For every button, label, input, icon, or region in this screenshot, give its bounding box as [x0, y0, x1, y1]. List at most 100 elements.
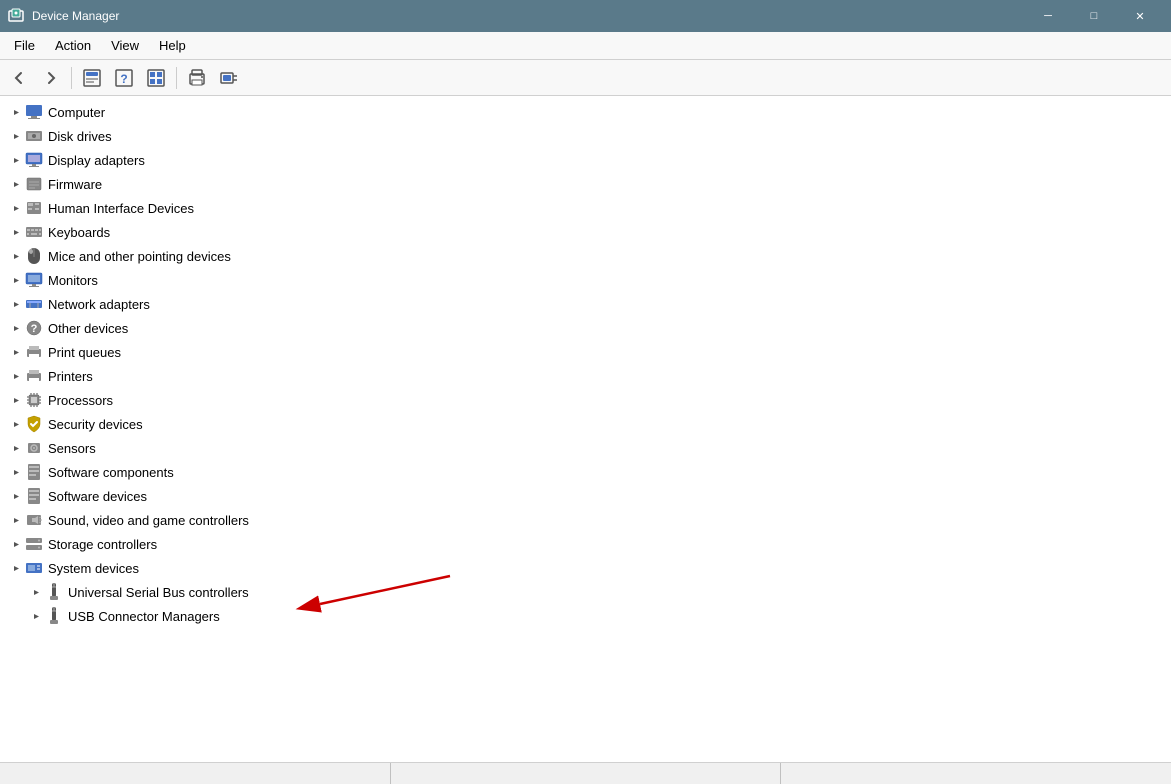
tree-item-label: Human Interface Devices: [48, 201, 194, 216]
tree-item-monitors[interactable]: Monitors: [0, 268, 1171, 292]
menu-file[interactable]: File: [4, 34, 45, 57]
back-button[interactable]: [4, 64, 34, 92]
tree-item-label: Mice and other pointing devices: [48, 249, 231, 264]
chevron-icon: [28, 584, 44, 600]
chevron-icon: [8, 536, 24, 552]
device-icon-computer: [24, 102, 44, 122]
menu-action[interactable]: Action: [45, 34, 101, 57]
device-icon-sensor: [24, 438, 44, 458]
maximize-button[interactable]: □: [1071, 0, 1117, 32]
chevron-icon: [8, 320, 24, 336]
tree-item-label: Security devices: [48, 417, 143, 432]
main-content: Computer Disk drives Display adapters Fi…: [0, 96, 1171, 762]
tree-item-label: Firmware: [48, 177, 102, 192]
menu-bar: File Action View Help: [0, 32, 1171, 60]
chevron-icon: [28, 608, 44, 624]
chevron-icon: [8, 440, 24, 456]
device-icon-disk: [24, 126, 44, 146]
svg-text:?: ?: [120, 72, 127, 86]
tree-item-label: Display adapters: [48, 153, 145, 168]
chevron-icon: [8, 392, 24, 408]
tree-item-software-devices[interactable]: Software devices: [0, 484, 1171, 508]
tree-item-label: Print queues: [48, 345, 121, 360]
device-icon-sysdev: [24, 558, 44, 578]
toolbar: ?: [0, 60, 1171, 96]
device-icon-security: [24, 414, 44, 434]
chevron-icon: [8, 488, 24, 504]
chevron-icon: [8, 368, 24, 384]
tree-item-sound[interactable]: Sound, video and game controllers: [0, 508, 1171, 532]
tree-item-other[interactable]: ? Other devices: [0, 316, 1171, 340]
chevron-icon: [8, 200, 24, 216]
tree-item-software-components[interactable]: Software components: [0, 460, 1171, 484]
device-icon-display: [24, 150, 44, 170]
device-icon-print: [24, 342, 44, 362]
tree-item-storage[interactable]: Storage controllers: [0, 532, 1171, 556]
device-tree[interactable]: Computer Disk drives Display adapters Fi…: [0, 96, 1171, 762]
tree-item-label: Disk drives: [48, 129, 112, 144]
tree-item-label: Monitors: [48, 273, 98, 288]
tree-item-usb-conn[interactable]: USB Connector Managers: [0, 604, 1171, 628]
forward-button[interactable]: [36, 64, 66, 92]
tree-item-label: Software components: [48, 465, 174, 480]
tree-item-system[interactable]: System devices: [0, 556, 1171, 580]
tree-item-label: Universal Serial Bus controllers: [68, 585, 249, 600]
tree-item-label: Storage controllers: [48, 537, 157, 552]
device-icon-storage: [24, 534, 44, 554]
chevron-icon: [8, 248, 24, 264]
tree-item-firmware[interactable]: Firmware: [0, 172, 1171, 196]
chevron-icon: [8, 560, 24, 576]
show-hidden-button[interactable]: [141, 64, 171, 92]
tree-item-disk-drives[interactable]: Disk drives: [0, 124, 1171, 148]
chevron-icon: [8, 416, 24, 432]
tree-item-printers[interactable]: Printers: [0, 364, 1171, 388]
toolbar-sep-2: [176, 67, 177, 89]
status-panel-3: [781, 763, 1171, 784]
tree-item-display-adapters[interactable]: Display adapters: [0, 148, 1171, 172]
tree-item-keyboards[interactable]: Keyboards: [0, 220, 1171, 244]
tree-item-usb[interactable]: Universal Serial Bus controllers: [0, 580, 1171, 604]
toolbar-sep-1: [71, 67, 72, 89]
chevron-icon: [8, 344, 24, 360]
device-icon-softcomp: [24, 462, 44, 482]
tree-item-mice[interactable]: Mice and other pointing devices: [0, 244, 1171, 268]
device-icon-mouse: [24, 246, 44, 266]
device-icon-usb: [44, 582, 64, 602]
device-icon-sound: [24, 510, 44, 530]
device-icon-printer: [24, 366, 44, 386]
tree-item-label: Other devices: [48, 321, 128, 336]
title-bar: Device Manager ─ □ ✕: [0, 0, 1171, 32]
tree-item-hid[interactable]: Human Interface Devices: [0, 196, 1171, 220]
chevron-icon: [8, 152, 24, 168]
device-icon-usbconn: [44, 606, 64, 626]
chevron-icon: [8, 296, 24, 312]
device-icon-network: [24, 294, 44, 314]
device-icon-other: ?: [24, 318, 44, 338]
status-panel-1: [0, 763, 391, 784]
chevron-icon: [8, 512, 24, 528]
tree-item-label: Sound, video and game controllers: [48, 513, 249, 528]
tree-item-processors[interactable]: Processors: [0, 388, 1171, 412]
tree-item-network[interactable]: Network adapters: [0, 292, 1171, 316]
print-button[interactable]: [182, 64, 212, 92]
menu-view[interactable]: View: [101, 34, 149, 57]
svg-text:?: ?: [31, 323, 38, 335]
tree-item-sensors[interactable]: Sensors: [0, 436, 1171, 460]
chevron-icon: [8, 104, 24, 120]
properties-button[interactable]: [77, 64, 107, 92]
device-icon-softdev: [24, 486, 44, 506]
app-icon: [8, 8, 24, 24]
help-button[interactable]: ?: [109, 64, 139, 92]
tree-item-label: Processors: [48, 393, 113, 408]
tree-item-label: Computer: [48, 105, 105, 120]
tree-item-label: Keyboards: [48, 225, 110, 240]
minimize-button[interactable]: ─: [1025, 0, 1071, 32]
close-button[interactable]: ✕: [1117, 0, 1163, 32]
tree-item-print-queues[interactable]: Print queues: [0, 340, 1171, 364]
scan-button[interactable]: [214, 64, 244, 92]
tree-item-security[interactable]: Security devices: [0, 412, 1171, 436]
tree-item-label: USB Connector Managers: [68, 609, 220, 624]
tree-item-computer[interactable]: Computer: [0, 100, 1171, 124]
menu-help[interactable]: Help: [149, 34, 196, 57]
chevron-icon: [8, 176, 24, 192]
